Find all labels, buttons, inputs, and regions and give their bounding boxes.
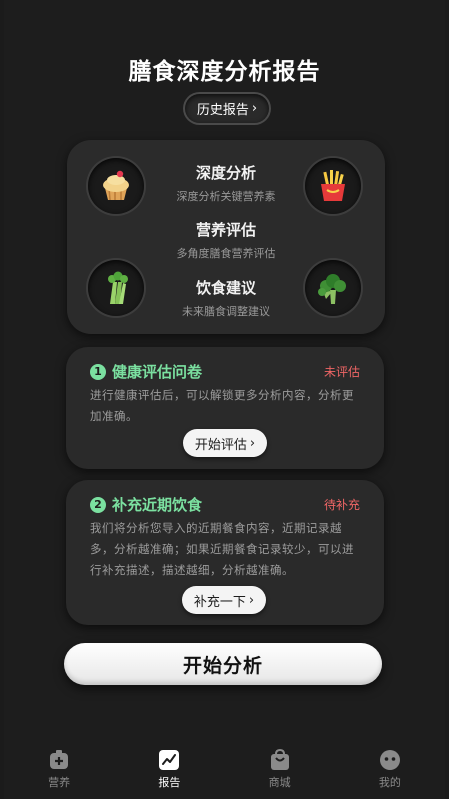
page-title: 膳食深度分析报告 <box>128 59 321 85</box>
shopping-bag-icon <box>270 749 289 770</box>
supplement-diet-card: 2 补充近期饮食 待补充 我们将分析您导入的近期餐食内容，近期记录越多，分析越准… <box>66 480 384 625</box>
tab-nutrition[interactable]: 营养 <box>9 744 109 790</box>
chevron-right-icon: › <box>251 101 258 116</box>
feature-desc: 多角度膳食营养评估 <box>176 247 276 260</box>
task-header: 1 健康评估问卷 <box>90 361 202 382</box>
feature-nutrition-assessment: 营养评估 多角度膳食营养评估 <box>67 219 385 261</box>
task-header: 2 补充近期饮食 <box>90 494 202 515</box>
chevron-right-icon: › <box>249 435 256 451</box>
tab-label: 我的 <box>378 776 401 789</box>
feature-title: 深度分析 <box>195 164 256 182</box>
task-description: 进行健康评估后，可以解锁更多分析内容，分析更加准确。 <box>90 388 354 423</box>
plus-box-icon <box>50 750 69 769</box>
task-title: 健康评估问卷 <box>112 363 203 381</box>
task-description: 我们将分析您导入的近期餐食内容，近期记录越多，分析越准确；如果近期餐食记录较少，… <box>90 521 354 577</box>
status-badge: 未评估 <box>323 365 360 379</box>
tab-label: 营养 <box>48 776 71 789</box>
button-label: 开始评估 <box>194 437 247 453</box>
supplement-button[interactable]: 补充一下 › <box>182 586 266 614</box>
health-questionnaire-card: 1 健康评估问卷 未评估 进行健康评估后，可以解锁更多分析内容，分析更加准确。 … <box>66 347 384 469</box>
step-number-badge: 2 <box>90 496 106 513</box>
chevron-right-icon: › <box>248 592 255 608</box>
feature-title: 饮食建议 <box>195 279 256 297</box>
chart-icon <box>159 750 180 770</box>
feature-desc: 未来膳食调整建议 <box>182 305 270 318</box>
history-report-button[interactable]: 历史报告 › <box>185 94 269 123</box>
feature-deep-analysis: 深度分析 深度分析关键营养素 <box>67 162 385 204</box>
bottom-tab-bar: 营养 报告 商城 我的 <box>4 744 445 799</box>
task-title: 补充近期饮食 <box>112 496 203 514</box>
feature-card: 深度分析 深度分析关键营养素 营养评估 多角度膳食营养评估 饮食建议 未来膳食调… <box>67 140 385 334</box>
history-report-label: 历史报告 <box>196 103 249 118</box>
tab-report[interactable]: 报告 <box>119 744 219 790</box>
feature-desc: 深度分析关键营养素 <box>176 190 276 203</box>
step-number-badge: 1 <box>90 363 106 380</box>
feature-diet-advice: 饮食建议 未来膳食调整建议 <box>67 277 385 319</box>
start-assessment-button[interactable]: 开始评估 › <box>183 429 267 457</box>
tab-label: 商城 <box>268 776 291 789</box>
face-icon <box>379 750 400 770</box>
tab-mall[interactable]: 商城 <box>230 744 330 790</box>
start-analysis-button[interactable]: 开始分析 <box>64 643 382 685</box>
tab-label: 报告 <box>158 776 181 789</box>
status-badge: 待补充 <box>323 498 360 512</box>
tab-mine[interactable]: 我的 <box>340 744 440 790</box>
feature-title: 营养评估 <box>195 221 256 239</box>
button-label: 补充一下 <box>193 594 246 610</box>
